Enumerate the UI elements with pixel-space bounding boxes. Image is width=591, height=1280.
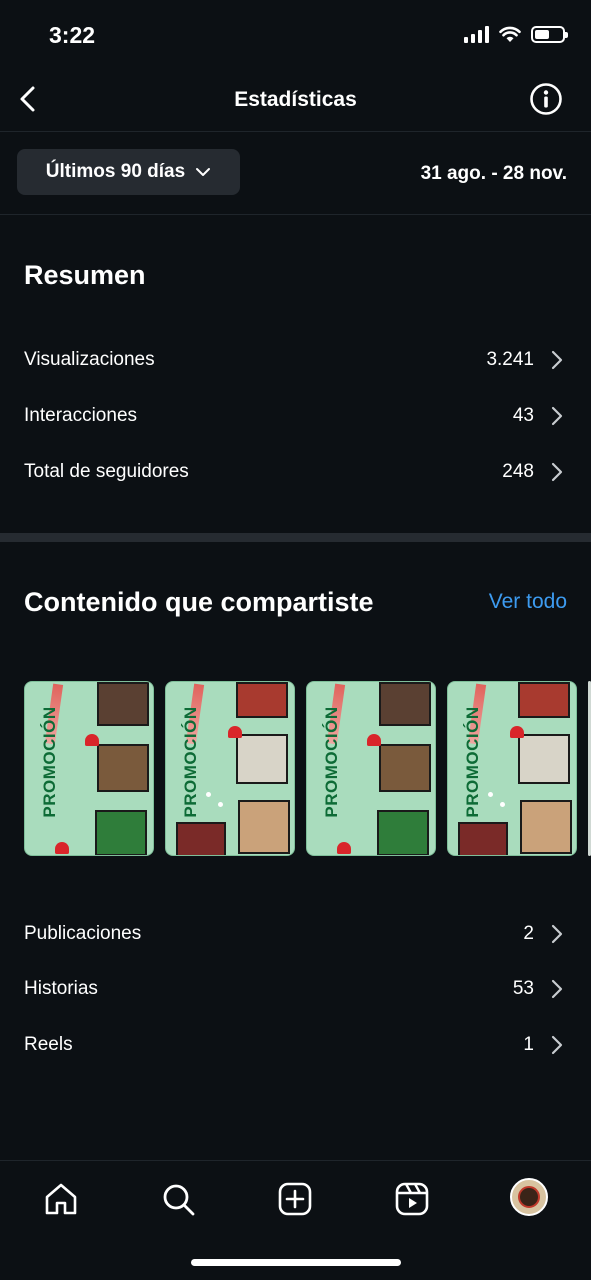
create-icon[interactable] [277,1181,313,1217]
chevron-right-icon [551,406,563,426]
row-label: Interacciones [24,405,138,426]
chevron-down-icon [196,168,211,176]
content-thumbnail[interactable]: PROMOCIÓN [165,681,295,856]
summary-title: Resumen [24,260,146,290]
row-label: Total de seguidores [24,461,189,482]
chevron-right-icon [551,350,563,370]
content-row-stories[interactable]: Historias 53 [0,961,591,1017]
home-indicator [191,1259,401,1266]
content-thumbnail[interactable]: PROMOCIÓN [447,681,577,856]
status-bar: 3:22 [0,0,591,70]
status-time: 3:22 [49,22,96,48]
content-thumbnail[interactable]: PROMOCIÓN [306,681,436,856]
status-icons [464,26,568,43]
row-label: Historias [24,978,98,999]
chevron-right-icon [551,1035,563,1055]
summary-row-interactions[interactable]: Interacciones 43 [0,388,591,444]
see-all-link[interactable]: Ver todo [489,590,567,614]
row-label: Visualizaciones [24,349,155,370]
date-range-dropdown[interactable]: Últimos 90 días [17,149,240,195]
search-icon[interactable] [160,1181,196,1217]
row-value: 2 [523,923,534,944]
profile-avatar[interactable] [510,1178,548,1216]
row-value: 43 [512,405,534,426]
summary-row-followers[interactable]: Total de seguidores 248 [0,444,591,500]
row-value: 1 [523,1034,534,1055]
content-thumbnail[interactable]: PROMOCIÓN [24,681,154,856]
battery-icon [531,26,568,43]
content-row-reels[interactable]: Reels 1 [0,1017,591,1073]
date-range-text: 31 ago. - 28 nov. [420,163,567,184]
home-icon[interactable] [43,1181,79,1217]
row-value: 3.241 [486,349,534,370]
chevron-right-icon [551,462,563,482]
reels-icon[interactable] [394,1181,430,1217]
chevron-right-icon [551,924,563,944]
section-divider [0,533,591,542]
date-filter-bar: Últimos 90 días 31 ago. - 28 nov. [0,133,591,215]
chevron-right-icon [551,979,563,999]
info-icon[interactable] [529,82,563,116]
row-label: Publicaciones [24,923,142,944]
wifi-icon [499,26,521,42]
summary-row-views[interactable]: Visualizaciones 3.241 [0,332,591,388]
row-value: 248 [502,461,534,482]
content-row-posts[interactable]: Publicaciones 2 [0,906,591,962]
content-title: Contenido que compartiste [24,587,374,617]
cellular-signal-icon [464,26,489,43]
row-label: Reels [24,1034,73,1055]
content-thumbnails: PROMOCIÓN PROMOCIÓN PROMOCIÓN PROMOCIÓN [24,681,591,857]
row-value: 53 [512,978,534,999]
top-bar: Estadísticas [0,70,591,132]
date-range-label: Últimos 90 días [45,161,186,182]
page-title: Estadísticas [234,88,357,111]
